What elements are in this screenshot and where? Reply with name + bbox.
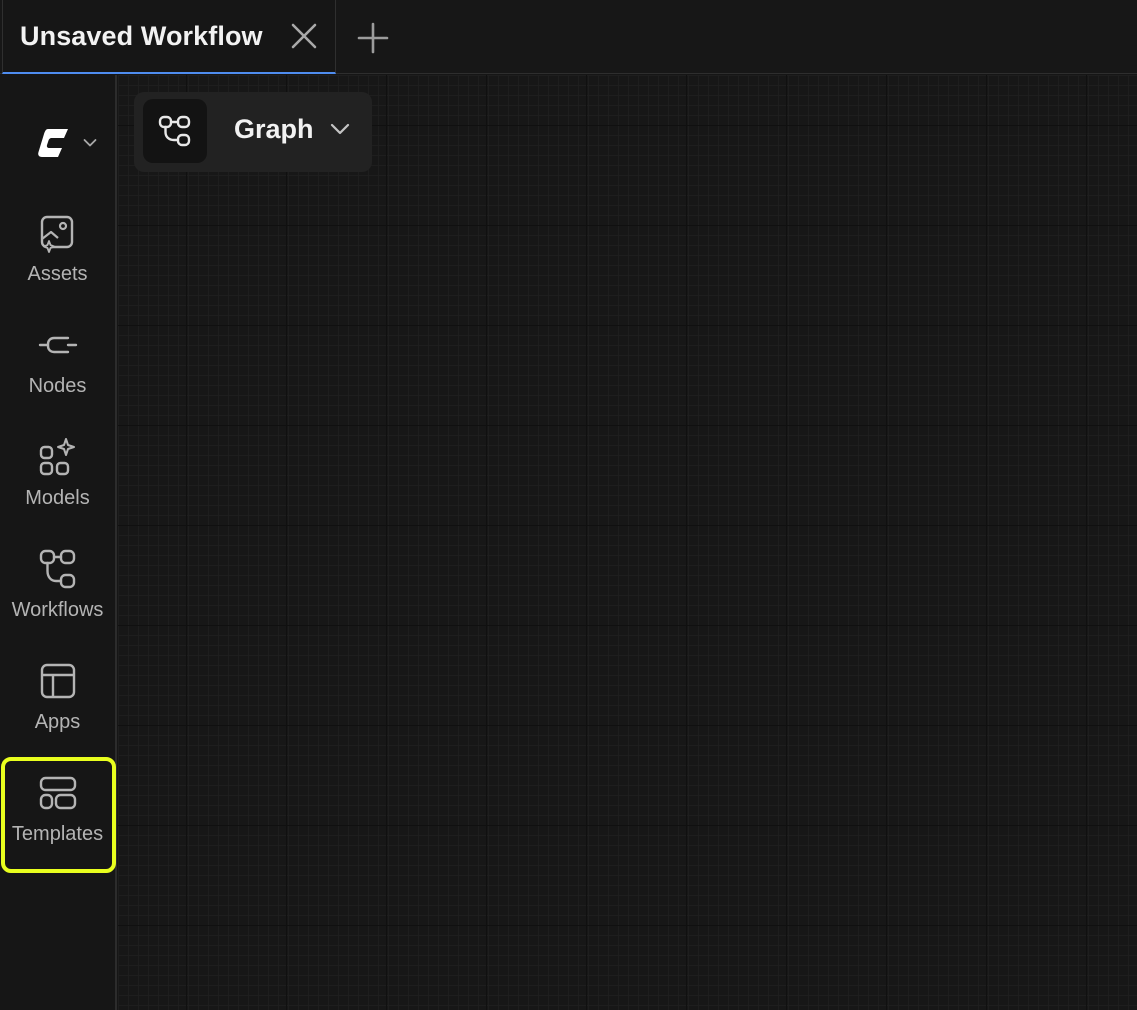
close-icon[interactable] [289, 21, 319, 51]
plus-icon[interactable] [356, 21, 390, 55]
workflow-icon [158, 115, 191, 147]
tab-unsaved-workflow[interactable]: Unsaved Workflow [2, 0, 336, 74]
grid-sparkle-icon [39, 438, 75, 476]
sidebar-item-workflows[interactable]: Workflows [0, 549, 115, 657]
chevron-down-icon [330, 123, 350, 135]
sidebar-item-label: Templates [11, 823, 104, 845]
app-logo-icon [38, 129, 68, 157]
templates-icon [39, 776, 77, 810]
sidebar-item-label: Apps [34, 711, 81, 733]
sidebar: Assets Nodes Models Workflows Apps Templ… [0, 75, 117, 1010]
sidebar-item-label: Nodes [28, 375, 87, 397]
workflow-icon [39, 549, 76, 589]
sidebar-item-label: Workflows [11, 599, 104, 621]
sidebar-item-label: Models [25, 487, 90, 509]
tab-title: Unsaved Workflow [20, 20, 263, 51]
workflow-canvas[interactable] [118, 75, 1137, 1010]
sidebar-item-nodes[interactable]: Nodes [0, 325, 115, 433]
app-window: Unsaved Workflow Graph Assets Nodes Mode… [0, 0, 1137, 1010]
tab-bar: Unsaved Workflow [0, 0, 1137, 74]
app-logo-menu[interactable] [36, 123, 102, 163]
view-icon-container [143, 99, 207, 163]
sidebar-item-label: Assets [27, 263, 88, 285]
sidebar-item-templates[interactable]: Templates [0, 773, 115, 881]
view-mode-label: Graph [234, 114, 314, 144]
chevron-down-icon [83, 139, 97, 147]
sidebar-item-apps[interactable]: Apps [0, 661, 115, 769]
image-sparkle-icon [40, 215, 74, 253]
sidebar-item-models[interactable]: Models [0, 437, 115, 545]
view-mode-selector[interactable]: Graph [134, 92, 372, 172]
layout-icon [40, 663, 76, 699]
sidebar-item-assets[interactable]: Assets [0, 213, 115, 321]
node-connector-icon [38, 336, 78, 354]
